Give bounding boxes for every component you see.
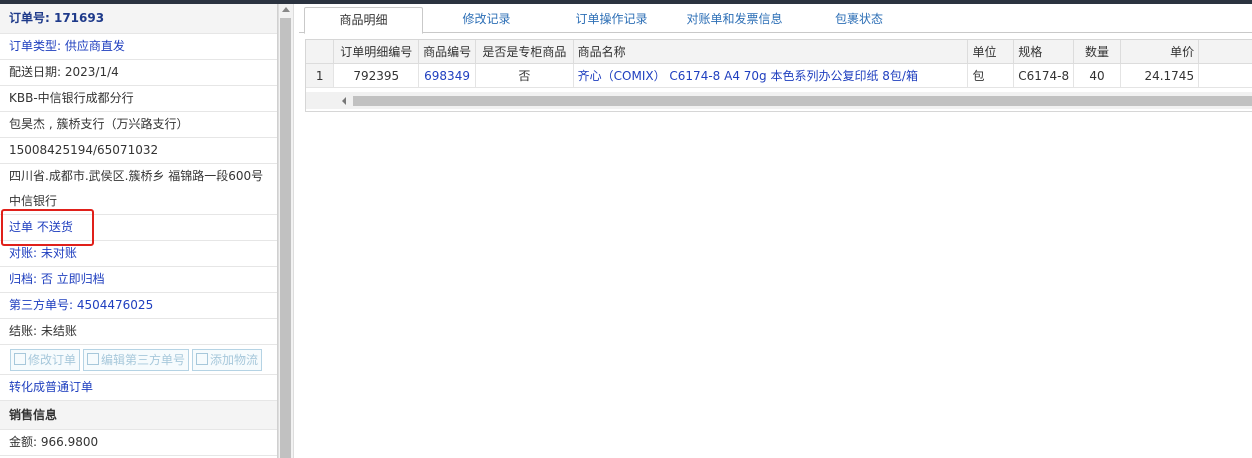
table-row[interactable]: 1 792395 698349 否 齐心（COMIX） C6174-8 A4 7… bbox=[306, 63, 1252, 88]
add-logistics-button[interactable]: 添加物流 bbox=[192, 348, 263, 371]
tab-bar: 商品明细 修改记录 订单操作记录 对账单和发票信息 包裹状态 bbox=[299, 4, 1252, 34]
quantity-cell: 40 bbox=[1073, 63, 1121, 88]
unit-cell: 包 bbox=[967, 63, 1015, 88]
column-header[interactable]: 数量 bbox=[1073, 40, 1121, 64]
tab-invoice[interactable]: 对账单和发票信息 bbox=[677, 7, 792, 32]
column-header-extra bbox=[1198, 40, 1252, 64]
sales-info-title: 销售信息 bbox=[0, 401, 277, 430]
horizontal-scrollbar-thumb[interactable] bbox=[353, 96, 1252, 106]
third-party-number[interactable]: 第三方单号: 4504476025 bbox=[0, 293, 277, 319]
price-cell: 24.1745 bbox=[1120, 63, 1200, 88]
product-table: 订单明细编号 商品编号 是否是专柜商品 商品名称 单位 规格 数量 单价 1 7… bbox=[305, 39, 1252, 112]
table-header: 订单明细编号 商品编号 是否是专柜商品 商品名称 单位 规格 数量 单价 bbox=[306, 40, 1252, 64]
filter-status[interactable]: 过单 不送货 bbox=[0, 215, 277, 241]
panel-scrollbar[interactable] bbox=[278, 4, 294, 458]
product-id-link[interactable]: 698349 bbox=[418, 63, 477, 88]
order-info-panel: 订单号: 171693 订单类型: 供应商直发 配送日期: 2023/1/4 K… bbox=[0, 4, 278, 458]
column-header[interactable]: 商品编号 bbox=[418, 40, 477, 64]
edit-icon bbox=[196, 352, 209, 365]
main-panel: 商品明细 修改记录 订单操作记录 对账单和发票信息 包裹状态 订单明细编号 商品… bbox=[299, 4, 1252, 458]
horizontal-scrollbar[interactable] bbox=[306, 92, 1252, 109]
column-header[interactable]: 商品名称 bbox=[573, 40, 969, 64]
action-buttons: 修改订单 编辑第三方单号 添加物流 bbox=[0, 345, 277, 375]
order-type: 订单类型: 供应商直发 bbox=[0, 34, 277, 60]
spec-cell: C6174-8 bbox=[1013, 63, 1075, 88]
bank-name: KBB-中信银行成都分行 bbox=[0, 86, 277, 112]
scroll-up-icon[interactable] bbox=[282, 7, 290, 12]
scroll-left-icon[interactable] bbox=[342, 97, 346, 105]
contact-name: 包昊杰 , 簇桥支行（万兴路支行） bbox=[0, 112, 277, 138]
tab-operation-log[interactable]: 订单操作记录 bbox=[559, 7, 664, 32]
column-header[interactable]: 单位 bbox=[967, 40, 1015, 64]
counter-cell: 否 bbox=[475, 63, 574, 88]
row-number-header bbox=[306, 40, 335, 64]
delivery-address: 四川省.成都市.武侯区.簇桥乡 福锦路一段600号中信银行 bbox=[0, 164, 277, 215]
delivery-date: 配送日期: 2023/1/4 bbox=[0, 60, 277, 86]
extra-cell bbox=[1198, 63, 1252, 88]
settle-status: 结账: 未结账 bbox=[0, 319, 277, 345]
column-header[interactable]: 订单明细编号 bbox=[333, 40, 420, 64]
reconcile-status[interactable]: 对账: 未对账 bbox=[0, 241, 277, 267]
edit-third-party-button[interactable]: 编辑第三方单号 bbox=[83, 348, 190, 371]
archive-status[interactable]: 归档: 否 立即归档 bbox=[0, 267, 277, 293]
tab-package-status[interactable]: 包裹状态 bbox=[819, 7, 899, 32]
column-header[interactable]: 单价 bbox=[1120, 40, 1200, 64]
order-number: 订单号: 171693 bbox=[0, 4, 277, 34]
convert-order-link[interactable]: 转化成普通订单 bbox=[0, 375, 277, 401]
column-header[interactable]: 规格 bbox=[1013, 40, 1075, 64]
detail-id-cell: 792395 bbox=[333, 63, 420, 88]
contact-phone: 15008425194/65071032 bbox=[0, 138, 277, 164]
column-header[interactable]: 是否是专柜商品 bbox=[475, 40, 574, 64]
edit-order-button[interactable]: 修改订单 bbox=[10, 348, 81, 371]
edit-icon bbox=[14, 352, 26, 365]
edit-icon bbox=[87, 352, 100, 365]
product-name-link[interactable]: 齐心（COMIX） C6174-8 A4 70g 本色系列办公复印纸 8包/箱 bbox=[573, 63, 969, 88]
scrollbar-thumb[interactable] bbox=[280, 18, 291, 458]
sales-amount: 金额: 966.9800 bbox=[0, 430, 277, 456]
row-number: 1 bbox=[306, 63, 335, 88]
tab-product-detail[interactable]: 商品明细 bbox=[304, 7, 423, 34]
tab-change-log[interactable]: 修改记录 bbox=[439, 7, 534, 32]
